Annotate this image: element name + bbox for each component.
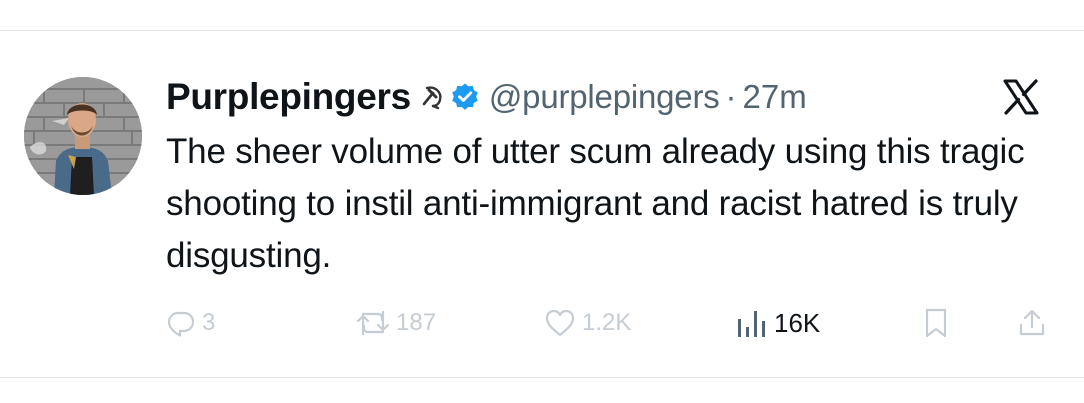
views-chart-icon [734, 307, 768, 339]
display-name[interactable]: Purplepingers [166, 76, 411, 118]
views-count: 16K [774, 307, 821, 338]
reply-count: 3 [202, 309, 216, 336]
tweet-text: The sheer volume of utter scum already u… [166, 132, 1025, 275]
like-button[interactable]: 1.2K [544, 303, 631, 343]
top-divider [0, 30, 1084, 31]
reply-icon [166, 308, 196, 338]
heart-icon [544, 308, 576, 338]
views-button[interactable]: 16K [734, 303, 820, 343]
retweet-count: 187 [396, 309, 437, 336]
like-count: 1.2K [582, 309, 632, 336]
tweet-card[interactable]: Purplepingers @purplepingers · 27m The s… [24, 60, 1064, 360]
hammer-and-sickle-icon [418, 84, 444, 110]
post-time[interactable]: 27m [743, 78, 807, 116]
retweet-icon [356, 308, 390, 338]
tweet-screenshot: Purplepingers @purplepingers · 27m The s… [0, 0, 1084, 403]
action-bar: 3 187 1.2K 16K [166, 303, 1056, 343]
tweet-header: Purplepingers @purplepingers · 27m [166, 72, 807, 122]
user-handle[interactable]: @purplepingers [489, 78, 720, 116]
reply-button[interactable]: 3 [166, 303, 215, 343]
avatar[interactable] [24, 77, 142, 195]
bottom-divider [0, 377, 1084, 378]
share-button[interactable] [1016, 303, 1048, 343]
separator-dot: · [725, 78, 737, 115]
x-logo-icon[interactable] [1002, 78, 1040, 116]
bookmark-button[interactable] [922, 303, 950, 343]
share-icon [1016, 307, 1048, 339]
avatar-photo [24, 77, 142, 195]
verified-badge-icon[interactable] [450, 82, 480, 112]
bookmark-icon [922, 307, 950, 339]
retweet-button[interactable]: 187 [356, 303, 436, 343]
